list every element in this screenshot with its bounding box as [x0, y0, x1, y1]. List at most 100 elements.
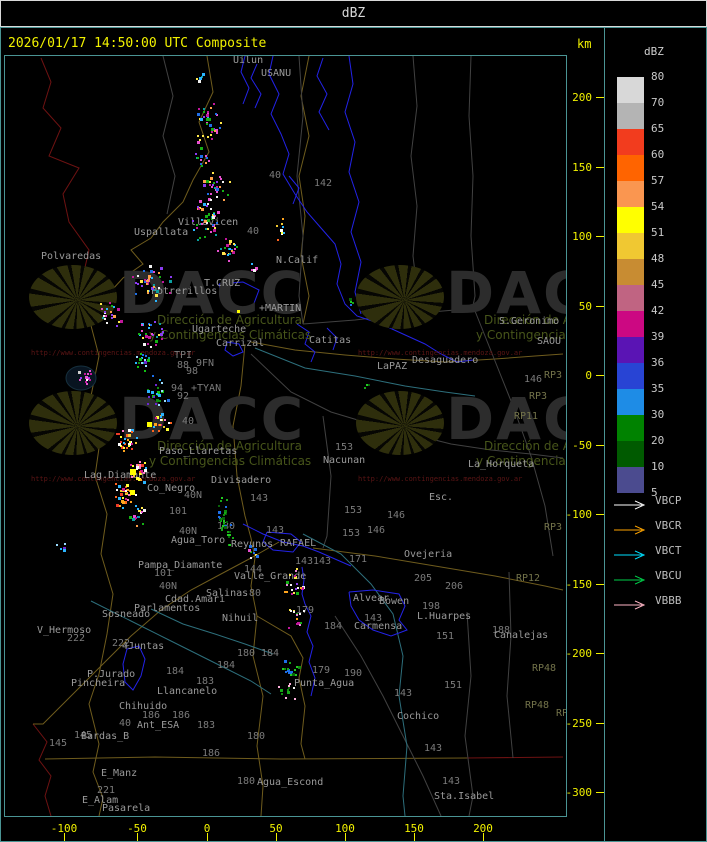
radar-echo-cell [146, 283, 148, 285]
radar-echo-cell [197, 206, 199, 208]
y-axis-tick-label: -300 [565, 786, 593, 799]
radar-echo-cell [169, 292, 171, 294]
radar-echo-cell [139, 461, 141, 463]
radar-echo-cell [288, 685, 290, 687]
radar-echo-cell [209, 184, 211, 186]
radar-echo-cell [198, 208, 200, 210]
radar-echo-cell [219, 127, 221, 129]
radar-echo-cell [136, 466, 139, 469]
radar-echo-cell [197, 113, 200, 116]
radar-map-canvas: DACC Dirección de Agricultura y Contingenc… [4, 55, 567, 817]
radar-echo-cell [161, 328, 163, 330]
panel-divider [604, 27, 605, 842]
y-axis-tick [596, 97, 604, 98]
radar-echo-cell [229, 253, 231, 255]
radar-echo-cell [278, 686, 280, 688]
legend-arrow-icon [612, 571, 654, 590]
radar-echo-cell [63, 549, 66, 552]
colorbar-value-label: 36 [651, 356, 665, 369]
y-axis-tick-label: -200 [565, 647, 593, 660]
radar-echo-cell [141, 511, 143, 513]
radar-echo-cell [154, 423, 157, 426]
radar-echo-cell [119, 505, 121, 507]
legend-arrow-icon [612, 521, 654, 540]
colorbar-swatch [617, 259, 644, 285]
radar-echo-cell [203, 116, 205, 118]
radar-echo-cell [300, 622, 302, 624]
radar-echo-cell [80, 377, 82, 379]
radar-echo-cell [142, 523, 144, 525]
radar-echo-cell [150, 324, 152, 326]
colorbar-swatch [617, 181, 644, 207]
radar-echo-cell [203, 108, 205, 110]
radar-echo-cell [197, 157, 199, 159]
radar-echo-cell [147, 343, 149, 345]
radar-echo-cell [136, 356, 138, 358]
radar-echo-cell [229, 531, 231, 533]
radar-echo-cell [131, 448, 133, 450]
radar-echo-cell [287, 668, 289, 670]
radar-echo-cell [167, 399, 170, 402]
radar-echo-cell [237, 310, 240, 313]
radar-echo-cell [296, 568, 298, 570]
y-axis-tick-label: 200 [572, 91, 592, 104]
radar-echo-cell [195, 153, 197, 155]
radar-echo-cell [211, 186, 213, 188]
radar-echo-cell [220, 248, 222, 250]
radar-echo-cell [227, 531, 229, 533]
radar-echo-cell [142, 337, 144, 339]
radar-echo-cell [214, 227, 216, 229]
radar-echo-cell [147, 390, 150, 393]
radar-echo-cell [148, 357, 150, 359]
radar-echo-cell [141, 285, 143, 287]
radar-echo-cell [102, 317, 104, 319]
radar-echo-cell [296, 666, 298, 668]
radar-echo-cell [211, 138, 213, 140]
radar-echo-cell [293, 611, 295, 613]
radar-echo-cell [222, 252, 225, 255]
radar-echo-cell [160, 419, 162, 421]
radar-echo-cell [143, 343, 146, 346]
radar-echo-cell [287, 689, 289, 691]
radar-echo-cell [230, 524, 232, 526]
radar-echo-cell [206, 118, 209, 121]
radar-echo-cell [210, 193, 212, 195]
radar-echo-cell [225, 238, 227, 240]
radar-echo-cell [159, 400, 161, 402]
colorbar-swatch [617, 77, 644, 103]
radar-echo-cell [141, 362, 143, 364]
radar-echo-cell [207, 193, 209, 195]
radar-echo-cell [198, 80, 201, 83]
radar-echo-cell [151, 333, 153, 335]
radar-echo-cell [210, 134, 212, 136]
colorbar-swatch [617, 103, 644, 129]
radar-echo-cell [170, 422, 172, 424]
radar-echo-cell [128, 494, 130, 496]
radar-echo-cell [120, 320, 123, 323]
colorbar-value-label: 45 [651, 278, 665, 291]
radar-echo-cell [212, 184, 214, 186]
radar-echo-cell [366, 384, 368, 386]
colorbar-swatch [617, 129, 644, 155]
radar-echo-cell [132, 518, 135, 521]
radar-echo-cell [145, 365, 147, 367]
radar-echo-cell [213, 213, 215, 215]
radar-echo-cell [286, 581, 289, 584]
radar-echo-cell [86, 379, 88, 381]
radar-echo-cell [251, 263, 253, 265]
radar-echo-cell [161, 382, 163, 384]
colorbar-value-label: 60 [651, 148, 665, 161]
radar-echo-cell [64, 543, 66, 545]
radar-echo-cell [123, 442, 125, 444]
radar-echo-cell [224, 512, 226, 514]
colorbar-value-label: 57 [651, 174, 665, 187]
radar-echo-cell [223, 199, 225, 201]
radar-echo-cell [285, 671, 287, 673]
radar-echo-cell [296, 583, 298, 585]
radar-echo-cell [115, 496, 117, 498]
colorbar-value-label: 35 [651, 382, 665, 395]
radar-echo-cell [130, 469, 136, 475]
radar-echo-cell [153, 284, 155, 286]
radar-echo-cell [115, 483, 117, 485]
radar-echo-cell [220, 500, 222, 502]
